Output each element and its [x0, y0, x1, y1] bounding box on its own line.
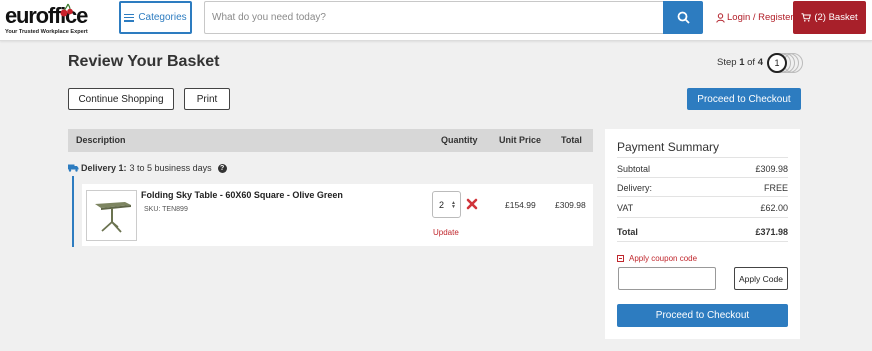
- quantity-value: 2: [439, 199, 445, 210]
- basket-item-row: Folding Sky Table - 60X60 Square - Olive…: [82, 184, 593, 246]
- header-total: Total: [561, 135, 582, 145]
- delivery-truck-icon: [68, 164, 79, 172]
- categories-label: Categories: [138, 12, 187, 23]
- spinner-arrows-icon[interactable]: ▲ ▼: [451, 201, 456, 210]
- divider: [617, 217, 788, 218]
- euroffice-logo[interactable]: euroffice Your Trusted Workplace Expert: [5, 4, 105, 38]
- logo-tagline: Your Trusted Workplace Expert: [5, 29, 88, 35]
- step-circle-current: 1: [767, 53, 787, 73]
- divider: [617, 241, 788, 242]
- summary-row-subtotal: Subtotal £309.98: [617, 164, 788, 174]
- search-input[interactable]: [204, 1, 663, 34]
- page-title: Review Your Basket: [68, 53, 220, 70]
- search-icon: [677, 11, 690, 24]
- divider: [617, 177, 788, 178]
- coupon-label: Apply coupon code: [629, 254, 698, 263]
- header-description: Description: [76, 135, 126, 145]
- checkout-step-indicator: Step 1 of 4: [717, 57, 763, 68]
- delivery-group-label: Delivery 1: 3 to 5 business days ?: [68, 163, 227, 173]
- quantity-stepper[interactable]: 2 ▲ ▼: [432, 191, 461, 218]
- basket-label: (2) Basket: [814, 12, 858, 23]
- product-name-link[interactable]: Folding Sky Table - 60X60 Square - Olive…: [141, 190, 343, 200]
- coupon-code-input[interactable]: [618, 267, 716, 290]
- collapse-icon: [617, 255, 624, 262]
- categories-button[interactable]: Categories: [119, 1, 192, 34]
- basket-button[interactable]: (2) Basket: [793, 1, 866, 34]
- divider: [617, 196, 788, 197]
- unit-price: £154.99: [505, 200, 536, 210]
- delivery-group-line: [72, 176, 74, 247]
- cart-icon: [801, 13, 812, 22]
- update-link[interactable]: Update: [433, 228, 459, 237]
- header-quantity: Quantity: [441, 135, 478, 145]
- step-progress-circles: 1: [767, 53, 803, 74]
- product-thumbnail[interactable]: [86, 190, 137, 241]
- summary-row-total: Total £371.98: [617, 227, 788, 237]
- print-button[interactable]: Print: [184, 88, 230, 110]
- site-header: euroffice Your Trusted Workplace Expert …: [0, 0, 872, 41]
- folding-table-image: [95, 202, 131, 233]
- product-sku: SKU: TEN899: [144, 206, 188, 213]
- apply-coupon-toggle[interactable]: Apply coupon code: [617, 254, 697, 263]
- payment-summary-title: Payment Summary: [617, 140, 720, 154]
- line-total: £309.98: [555, 200, 586, 210]
- logo-wordmark: euroffice: [5, 3, 88, 28]
- login-label: Login / Register: [727, 12, 794, 23]
- search-button[interactable]: [663, 1, 703, 34]
- hamburger-icon: [124, 13, 135, 22]
- divider: [617, 157, 788, 158]
- payment-summary-panel: Payment Summary Subtotal £309.98 Deliver…: [605, 129, 800, 339]
- delivery-label: Delivery 1:: [81, 163, 127, 173]
- delivery-time: 3 to 5 business days: [129, 163, 212, 173]
- basket-table-header: Description Quantity Unit Price Total: [68, 129, 593, 152]
- proceed-to-checkout-button-top[interactable]: Proceed to Checkout: [687, 88, 801, 110]
- proceed-to-checkout-button-summary[interactable]: Proceed to Checkout: [617, 304, 788, 327]
- help-icon[interactable]: ?: [217, 163, 227, 173]
- user-icon: [716, 12, 725, 23]
- remove-item-icon[interactable]: [466, 198, 478, 210]
- apply-code-button[interactable]: Apply Code: [734, 267, 788, 290]
- summary-row-vat: VAT £62.00: [617, 203, 788, 213]
- cherry-icon: [60, 3, 73, 17]
- continue-shopping-button[interactable]: Continue Shopping: [68, 88, 174, 110]
- login-register-link[interactable]: Login / Register: [716, 12, 794, 23]
- header-unit-price: Unit Price: [499, 135, 542, 145]
- summary-row-delivery: Delivery: FREE: [617, 183, 788, 193]
